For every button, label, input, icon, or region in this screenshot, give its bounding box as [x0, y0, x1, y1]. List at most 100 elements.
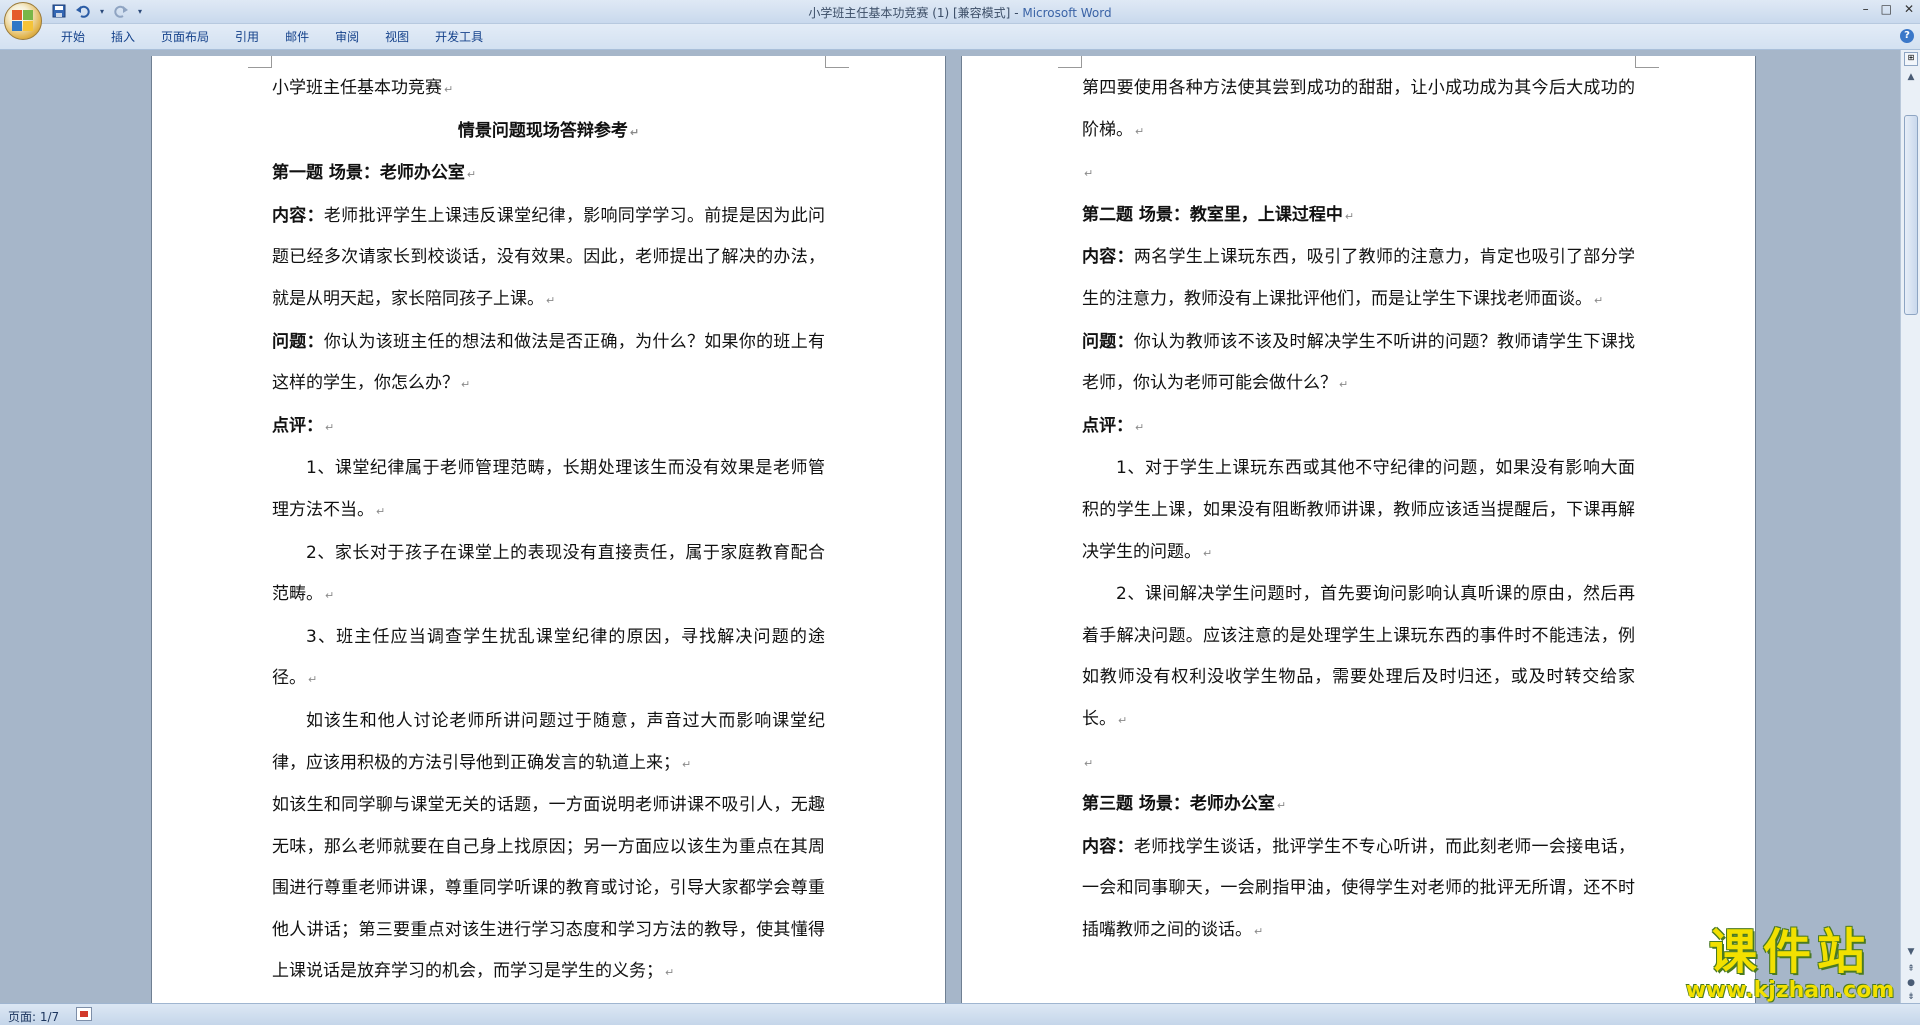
- page-1-text[interactable]: 小学班主任基本功竞赛 ↵ 情景问题现场答辩参考 ↵ 第一题 场景：老师办公室 ↵ 内容：老师…: [272, 68, 825, 994]
- proofing-icon[interactable]: [76, 1007, 92, 1021]
- document-paragraph[interactable]: 2、家长对于孩子在课堂上的表现没有直接责任，属于家庭教育配合范畴。 ↵: [272, 533, 825, 617]
- paragraph-mark-icon: ↵: [466, 168, 477, 182]
- document-paragraph[interactable]: 内容：两名学生上课玩东西，吸引了教师的注意力，肯定也吸引了部分学生的注意力，教师…: [1082, 237, 1635, 321]
- tab-page-layout[interactable]: 页面布局: [148, 29, 222, 45]
- paragraph-mark-icon: ↵: [629, 125, 640, 139]
- document-paragraph[interactable]: 第四要使用各种方法使其尝到成功的甜甜，让小成功成为其今后大成功的阶梯。 ↵: [1082, 68, 1635, 152]
- paragraph-mark-icon: ↵: [308, 673, 318, 687]
- page-2-text[interactable]: 第四要使用各种方法使其尝到成功的甜甜，让小成功成为其今后大成功的阶梯。 ↵ ↵ 第二题…: [1082, 68, 1635, 952]
- document-paragraph[interactable]: 如该生和同学聊与课堂无关的话题，一方面说明老师讲课不吸引人，无趣无味，那么老师就…: [272, 785, 825, 994]
- app-name: Microsoft Word: [1022, 6, 1112, 20]
- office-logo-icon: [12, 10, 34, 32]
- view-ruler-icon[interactable]: ⊞: [1904, 52, 1918, 66]
- window-title: 小学班主任基本功竞赛 (1) [兼容模式] - Microsoft Word: [0, 4, 1920, 21]
- paragraph-mark-icon: ↵: [1084, 167, 1094, 181]
- section-heading: 第二题 场景：教室里，上课过程中: [1082, 204, 1343, 225]
- paragraph-text: 两名学生上课玩东西，吸引了教师的注意力，肯定也吸引了部分学生的注意力，教师没有上…: [1082, 247, 1636, 309]
- section-heading: 第一题 场景：老师办公室: [272, 163, 465, 184]
- close-button[interactable]: ✕: [1904, 2, 1914, 16]
- window-controls: – □ ✕: [1863, 2, 1914, 16]
- paragraph-mark-icon: ↵: [1203, 546, 1213, 560]
- paragraph-mark-icon: ↵: [1344, 209, 1355, 223]
- help-icon[interactable]: ?: [1900, 29, 1914, 43]
- tab-view[interactable]: 视图: [372, 29, 422, 45]
- title-separator: -: [1010, 6, 1023, 20]
- paragraph-mark-icon: ↵: [682, 757, 692, 771]
- document-paragraph[interactable]: 内容：老师批评学生上课违反课堂纪律，影响同学学习。前提是因为此问题已经多次请家长…: [272, 196, 825, 322]
- page-count[interactable]: 页面: 1/7: [8, 1008, 59, 1025]
- paragraph-mark-icon: ↵: [1135, 124, 1145, 138]
- paragraph-mark-icon: ↵: [546, 293, 556, 307]
- paragraph-text: 1、课堂纪律属于老师管理范畴，长期处理该生而没有效果是老师管理方法不当。: [272, 458, 825, 520]
- margin-corner-mark: [825, 56, 849, 68]
- margin-corner-mark: [1635, 56, 1659, 68]
- paragraph-text: 老师找学生谈话，批评学生不专心听讲，而此刻老师一会接电话，一会和同事聊天，一会刷…: [1082, 836, 1636, 940]
- document-page-1[interactable]: 小学班主任基本功竞赛 ↵ 情景问题现场答辩参考 ↵ 第一题 场景：老师办公室 ↵ 内容：老师…: [152, 56, 945, 1003]
- section-heading: 第三题 场景：老师办公室: [1082, 794, 1275, 815]
- paragraph-text: 3、班主任应当调查学生扰乱课堂纪律的原因，寻找解决问题的途径。: [272, 626, 825, 689]
- document-paragraph[interactable]: 3、班主任应当调查学生扰乱课堂纪律的原因，寻找解决问题的途径。 ↵: [272, 617, 825, 701]
- margin-corner-mark: [1058, 56, 1082, 68]
- document-paragraph[interactable]: 1、对于学生上课玩东西或其他不守纪律的问题，如果没有影响大面积的学生上课，如果没…: [1082, 448, 1635, 574]
- watermark-logo: 课件站 www.kjzhan.com: [1670, 925, 1910, 1005]
- document-paragraph[interactable]: 问题：你认为该班主任的想法和做法是否正确，为什么？如果你的班上有这样的学生，你怎…: [272, 322, 825, 406]
- watermark-title: 课件站: [1708, 924, 1871, 980]
- paragraph-text: 如该生和他人讨论老师所讲问题过于随意，声音过大而影响课堂纪律，应该用积极的方法引…: [272, 710, 825, 773]
- tab-mailings[interactable]: 邮件: [272, 29, 322, 45]
- watermark-url: www.kjzhan.com: [1685, 978, 1895, 1003]
- paragraph-text: 1、对于学生上课玩东西或其他不守纪律的问题，如果没有影响大面积的学生上课，如果没…: [1082, 458, 1635, 562]
- paragraph-label: 内容：: [272, 205, 324, 226]
- document-paragraph[interactable]: 第一题 场景：老师办公室 ↵: [272, 153, 825, 196]
- paragraph-mark-icon: ↵: [1276, 799, 1287, 813]
- paragraph-mark-icon: ↵: [1118, 713, 1128, 727]
- paragraph-mark-icon: ↵: [461, 378, 471, 392]
- paragraph-mark-icon: ↵: [325, 420, 335, 434]
- document-paragraph[interactable]: ↵: [1082, 152, 1635, 195]
- paragraph-label: 内容：: [1082, 836, 1134, 857]
- document-paragraph[interactable]: 第三题 场景：老师办公室 ↵: [1082, 784, 1635, 827]
- paragraph-label: 点评：: [272, 415, 323, 436]
- paragraph-mark-icon: ↵: [665, 966, 675, 980]
- document-paragraph[interactable]: 2、课间解决学生问题时，首先要询问影响认真听课的原由，然后再着手解决问题。应该注…: [1082, 574, 1635, 741]
- tab-references[interactable]: 引用: [222, 29, 272, 45]
- ribbon-tabs: 开始 插入 页面布局 引用 邮件 审阅 视图 开发工具: [48, 29, 496, 45]
- paragraph-text: 如该生和同学聊与课堂无关的话题，一方面说明老师讲课不吸引人，无趣无味，那么老师就…: [272, 795, 825, 982]
- paragraph-mark-icon: ↵: [1339, 378, 1349, 392]
- document-page-2[interactable]: 第四要使用各种方法使其尝到成功的甜甜，让小成功成为其今后大成功的阶梯。 ↵ ↵ 第二题…: [962, 56, 1755, 1003]
- ribbon: 开始 插入 页面布局 引用 邮件 审阅 视图 开发工具 ?: [0, 24, 1920, 50]
- paragraph-mark-icon: ↵: [325, 589, 335, 603]
- paragraph-label: 内容：: [1082, 247, 1134, 268]
- document-paragraph[interactable]: 小学班主任基本功竞赛 ↵: [272, 68, 825, 111]
- paragraph-text: 第四要使用各种方法使其尝到成功的甜甜，让小成功成为其今后大成功的阶梯。: [1082, 78, 1635, 140]
- document-paragraph[interactable]: 问题：你认为教师该不该及时解决学生不听讲的问题？教师请学生下课找老师，你认为老师…: [1082, 322, 1635, 406]
- document-paragraph[interactable]: 如该生和他人讨论老师所讲问题过于随意，声音过大而影响课堂纪律，应该用积极的方法引…: [272, 701, 825, 785]
- document-paragraph[interactable]: 内容：老师找学生谈话，批评学生不专心听讲，而此刻老师一会接电话，一会和同事聊天，…: [1082, 827, 1635, 953]
- paragraph-mark-icon: ↵: [1084, 756, 1094, 770]
- document-paragraph[interactable]: 第二题 场景：教室里，上课过程中 ↵: [1082, 195, 1635, 238]
- document-paragraph[interactable]: ↵: [1082, 742, 1635, 785]
- document-paragraph[interactable]: 1、课堂纪律属于老师管理范畴，长期处理该生而没有效果是老师管理方法不当。 ↵: [272, 448, 825, 532]
- paragraph-text: 你认为教师该不该及时解决学生不听讲的问题？教师请学生下课找老师，你认为老师可能会…: [1082, 331, 1636, 394]
- paragraph-mark-icon: ↵: [1254, 924, 1264, 938]
- tab-review[interactable]: 审阅: [322, 29, 372, 45]
- document-paragraph[interactable]: 点评： ↵: [272, 406, 825, 449]
- scroll-up-icon[interactable]: ▲: [1904, 70, 1918, 84]
- paragraph-label: 问题：: [272, 331, 324, 352]
- document-name: 小学班主任基本功竞赛 (1) [兼容模式]: [808, 6, 1011, 20]
- tab-developer[interactable]: 开发工具: [422, 29, 496, 45]
- document-paragraph[interactable]: 情景问题现场答辩参考 ↵: [272, 111, 825, 154]
- paragraph-label: 问题：: [1082, 331, 1134, 352]
- vertical-scrollbar[interactable]: ⊞ ▲ ▼ ⇞ ● ⇟: [1900, 50, 1920, 1003]
- paragraph-text: 你认为该班主任的想法和做法是否正确，为什么？如果你的班上有这样的学生，你怎么办？: [272, 331, 826, 394]
- office-button[interactable]: [4, 2, 42, 40]
- document-workspace: 小学班主任基本功竞赛 ↵ 情景问题现场答辩参考 ↵ 第一题 场景：老师办公室 ↵ 内容：老师…: [0, 50, 1900, 1003]
- tab-home[interactable]: 开始: [48, 29, 98, 45]
- document-paragraph[interactable]: 点评： ↵: [1082, 406, 1635, 449]
- status-bar: 页面: 1/7: [0, 1003, 1920, 1025]
- maximize-button[interactable]: □: [1881, 2, 1892, 16]
- paragraph-label: 点评：: [1082, 415, 1133, 436]
- tab-insert[interactable]: 插入: [98, 29, 148, 45]
- paragraph-text: 小学班主任基本功竞赛: [272, 78, 442, 98]
- minimize-button[interactable]: –: [1863, 2, 1869, 16]
- scrollbar-thumb[interactable]: [1904, 115, 1918, 315]
